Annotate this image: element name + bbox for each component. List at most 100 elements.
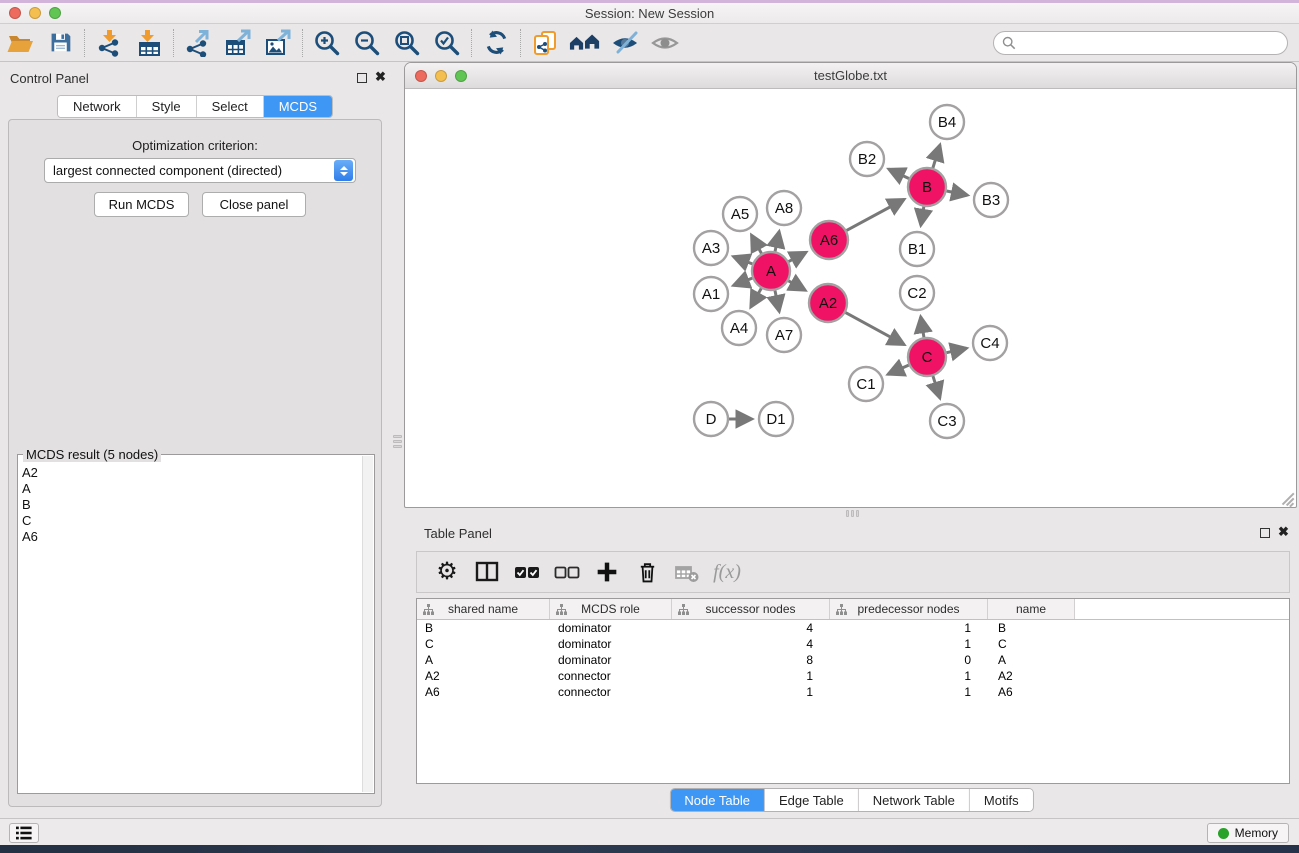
graph-edge-A-A1[interactable] [733, 278, 752, 285]
table-row[interactable]: Adominator80A [417, 652, 1289, 668]
export-image-button[interactable] [258, 26, 298, 60]
cell-name[interactable]: A [988, 652, 1075, 668]
hide-graphics-details-button[interactable] [605, 26, 645, 60]
cell-shared-name[interactable]: A [417, 652, 550, 668]
cell-predecessor-nodes[interactable]: 1 [830, 684, 988, 700]
tab-mcds[interactable]: MCDS [264, 96, 332, 117]
graph-edge-A-A6[interactable] [789, 252, 806, 261]
show-columns-button[interactable] [469, 554, 505, 590]
cell-shared-name[interactable]: B [417, 620, 550, 636]
network-overview-button[interactable] [565, 26, 605, 60]
graph-edge-B-B4[interactable] [933, 145, 940, 168]
apply-layout-button[interactable] [476, 26, 516, 60]
memory-button[interactable]: Memory [1207, 823, 1289, 843]
graph-edge-C-C2[interactable] [921, 317, 924, 338]
cell-MCDS-role[interactable]: connector [550, 668, 672, 684]
graph-edge-A-A4[interactable] [751, 288, 761, 307]
delete-column-button[interactable] [629, 554, 665, 590]
mcds-result-scrollbar[interactable] [362, 456, 373, 792]
zoom-selected-button[interactable] [427, 26, 467, 60]
cell-successor-nodes[interactable]: 4 [672, 620, 830, 636]
delete-table-button[interactable] [669, 554, 705, 590]
column-header-name[interactable]: name [988, 599, 1075, 619]
network-canvas[interactable]: B4B2BB3A8A5A6B1A3AA1C2A2A4A7C4CC1C3DD1 [406, 90, 1295, 507]
tab-network-table[interactable]: Network Table [859, 789, 970, 811]
cell-shared-name[interactable]: A6 [417, 684, 550, 700]
zoom-fit-button[interactable] [387, 26, 427, 60]
cell-successor-nodes[interactable]: 4 [672, 636, 830, 652]
graph-edge-B-B1[interactable] [921, 207, 924, 226]
cell-name[interactable]: C [988, 636, 1075, 652]
export-table-button[interactable] [218, 26, 258, 60]
table-row[interactable]: A6connector11A6 [417, 684, 1289, 700]
show-graphics-details-button[interactable] [645, 26, 685, 60]
mcds-result-item[interactable]: B [22, 497, 360, 513]
tab-edge-table[interactable]: Edge Table [765, 789, 859, 811]
cell-predecessor-nodes[interactable]: 1 [830, 668, 988, 684]
mcds-result-item[interactable]: A2 [22, 465, 360, 481]
zoom-out-button[interactable] [347, 26, 387, 60]
cell-name[interactable]: A2 [988, 668, 1075, 684]
search-input[interactable] [1021, 36, 1287, 51]
search-field[interactable] [993, 31, 1288, 55]
tab-motifs[interactable]: Motifs [970, 789, 1033, 811]
cell-shared-name[interactable]: C [417, 636, 550, 652]
network-window-titlebar[interactable]: testGlobe.txt [405, 63, 1296, 89]
horizontal-split-handle[interactable] [842, 509, 862, 518]
tab-node-table[interactable]: Node Table [670, 789, 765, 811]
clone-network-button[interactable] [525, 26, 565, 60]
tab-network[interactable]: Network [58, 96, 137, 117]
cell-successor-nodes[interactable]: 1 [672, 668, 830, 684]
graph-edge-A-A7[interactable] [775, 291, 779, 312]
table-row[interactable]: Bdominator41B [417, 620, 1289, 636]
graph-edge-A-A2[interactable] [788, 281, 805, 290]
graph-edge-C-C4[interactable] [947, 348, 967, 352]
graph-edge-B-B3[interactable] [947, 191, 968, 195]
column-header-predecessor-nodes[interactable]: predecessor nodes [830, 599, 988, 619]
table-row[interactable]: A2connector11A2 [417, 668, 1289, 684]
mcds-result-item[interactable]: A6 [22, 529, 360, 545]
cell-successor-nodes[interactable]: 1 [672, 684, 830, 700]
criterion-dropdown[interactable]: largest connected component (directed) [44, 158, 356, 183]
graph-edge-C-C3[interactable] [933, 376, 940, 398]
import-table-button[interactable] [129, 26, 169, 60]
table-row[interactable]: Cdominator41C [417, 636, 1289, 652]
create-column-button[interactable] [589, 554, 625, 590]
table-settings-button[interactable]: ⚙ [429, 554, 465, 590]
graph-edge-A6-B[interactable] [847, 199, 905, 230]
save-session-button[interactable] [40, 26, 80, 60]
cell-MCDS-role[interactable]: connector [550, 684, 672, 700]
export-network-button[interactable] [178, 26, 218, 60]
column-header-successor-nodes[interactable]: successor nodes [672, 599, 830, 619]
open-session-button[interactable] [0, 26, 40, 60]
cell-MCDS-role[interactable]: dominator [550, 620, 672, 636]
run-mcds-button[interactable]: Run MCDS [94, 192, 189, 217]
close-panel-icon[interactable]: ✖ [375, 69, 386, 85]
cell-MCDS-role[interactable]: dominator [550, 652, 672, 668]
function-builder-button[interactable]: f(x) [709, 554, 745, 590]
cell-predecessor-nodes[interactable]: 0 [830, 652, 988, 668]
graph-edge-A2-C[interactable] [846, 313, 905, 345]
cell-successor-nodes[interactable]: 8 [672, 652, 830, 668]
table-float-panel-icon[interactable] [1260, 528, 1270, 538]
cell-name[interactable]: A6 [988, 684, 1075, 700]
cell-predecessor-nodes[interactable]: 1 [830, 636, 988, 652]
mcds-result-item[interactable]: C [22, 513, 360, 529]
tab-select[interactable]: Select [197, 96, 264, 117]
select-all-columns-button[interactable] [509, 554, 545, 590]
graph-edge-A-A3[interactable] [733, 257, 752, 264]
graph-edge-C-C1[interactable] [888, 365, 909, 374]
node-table[interactable]: shared nameMCDS rolesuccessor nodesprede… [416, 598, 1290, 784]
table-close-panel-icon[interactable]: ✖ [1278, 524, 1289, 540]
cell-shared-name[interactable]: A2 [417, 668, 550, 684]
mcds-result-item[interactable]: A [22, 481, 360, 497]
cell-predecessor-nodes[interactable]: 1 [830, 620, 988, 636]
import-network-button[interactable] [89, 26, 129, 60]
cell-name[interactable]: B [988, 620, 1075, 636]
tab-style[interactable]: Style [137, 96, 197, 117]
task-history-button[interactable] [9, 823, 39, 843]
column-header-shared-name[interactable]: shared name [417, 599, 550, 619]
column-header-MCDS-role[interactable]: MCDS role [550, 599, 672, 619]
graph-edge-B-B2[interactable] [889, 169, 909, 178]
deselect-all-columns-button[interactable] [549, 554, 585, 590]
